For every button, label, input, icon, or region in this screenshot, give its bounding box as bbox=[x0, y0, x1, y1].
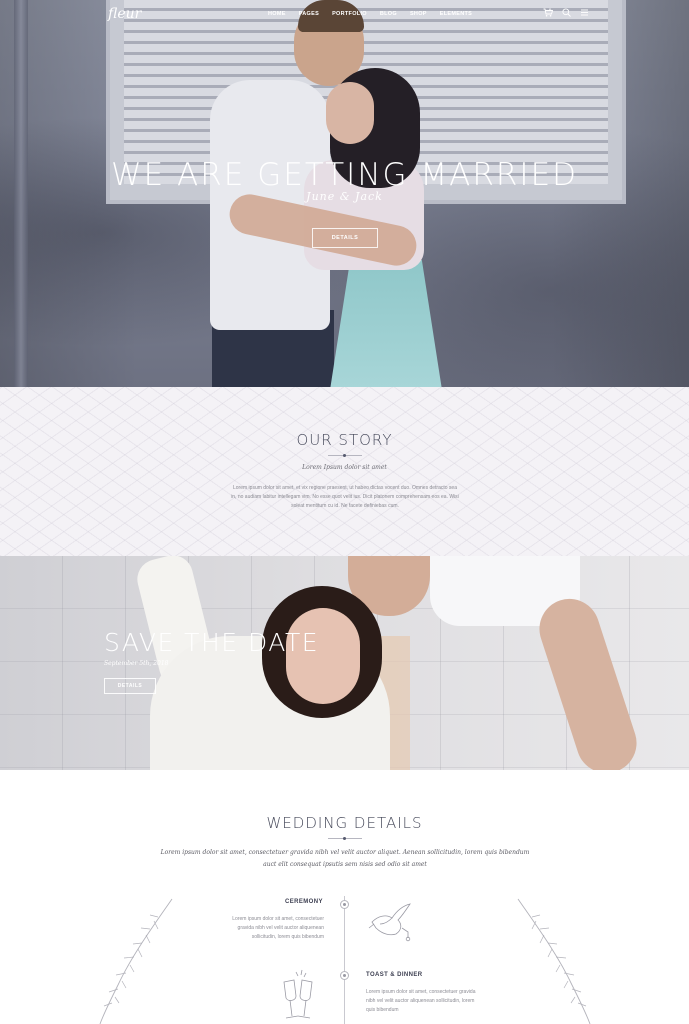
wedding-details-divider bbox=[328, 837, 362, 840]
cart-count: 0 bbox=[549, 7, 552, 12]
toast-dinner-body: Lorem ipsum dolor sit amet, consectetuer… bbox=[366, 989, 476, 1013]
cart-icon[interactable]: 0 bbox=[543, 7, 554, 19]
ceremony-title: CEREMONY bbox=[285, 899, 323, 905]
menu-item-shop[interactable]: SHOP bbox=[410, 11, 427, 17]
our-story-section: OUR STORY Lorem Ipsum dolor sit amet Lor… bbox=[0, 387, 689, 556]
menu-item-elements[interactable]: ELEMENTS bbox=[440, 11, 472, 17]
menu-item-portfolio[interactable]: PORTFOLIO bbox=[332, 11, 367, 17]
menu-item-home[interactable]: HOME bbox=[268, 11, 286, 17]
nav-icon-group: 0 bbox=[543, 7, 589, 19]
main-menu: HOME PAGES PORTFOLIO BLOG SHOP ELEMENTS bbox=[268, 11, 485, 17]
dove-icon bbox=[368, 903, 411, 942]
story-title: OUR STORY bbox=[296, 431, 393, 449]
right-floral-branch-icon bbox=[517, 898, 591, 1024]
story-subtitle: Lorem Ipsum dolor sit amet bbox=[302, 464, 387, 471]
timeline-dot bbox=[340, 971, 349, 980]
save-the-date-date: September 5th, 2018 bbox=[104, 660, 169, 667]
menu-icon[interactable] bbox=[580, 8, 589, 19]
hero-title: WE ARE GETTING MARRIED bbox=[110, 156, 579, 193]
save-the-date-title: SAVE THE DATE bbox=[104, 628, 320, 657]
hero-details-button[interactable]: DETAILS bbox=[312, 228, 378, 248]
top-navigation: fleur HOME PAGES PORTFOLIO BLOG SHOP ELE… bbox=[0, 0, 689, 30]
wedding-details-title: WEDDING DETAILS bbox=[266, 814, 423, 832]
site-logo[interactable]: fleur bbox=[108, 6, 141, 22]
left-floral-branch-icon bbox=[99, 898, 173, 1024]
save-the-date-details-button[interactable]: DETAILS bbox=[104, 678, 156, 694]
wedding-details-subtitle: Lorem ipsum dolor sit amet, consectetuer… bbox=[160, 849, 530, 868]
story-body: Lorem ipsum dolor sit amet, et vix regio… bbox=[231, 485, 459, 509]
champagne-glasses-icon bbox=[283, 969, 313, 1019]
story-divider bbox=[328, 454, 362, 457]
search-icon[interactable] bbox=[562, 8, 571, 19]
menu-item-blog[interactable]: BLOG bbox=[380, 11, 397, 17]
timeline-dot bbox=[340, 900, 349, 909]
menu-item-pages[interactable]: PAGES bbox=[299, 11, 319, 17]
ceremony-body: Lorem ipsum dolor sit amet, consectetuer… bbox=[232, 916, 324, 940]
toast-dinner-title: TOAST & DINNER bbox=[366, 972, 423, 978]
details-timeline bbox=[344, 896, 345, 1024]
hero-subtitle: June & Jack bbox=[306, 190, 383, 203]
